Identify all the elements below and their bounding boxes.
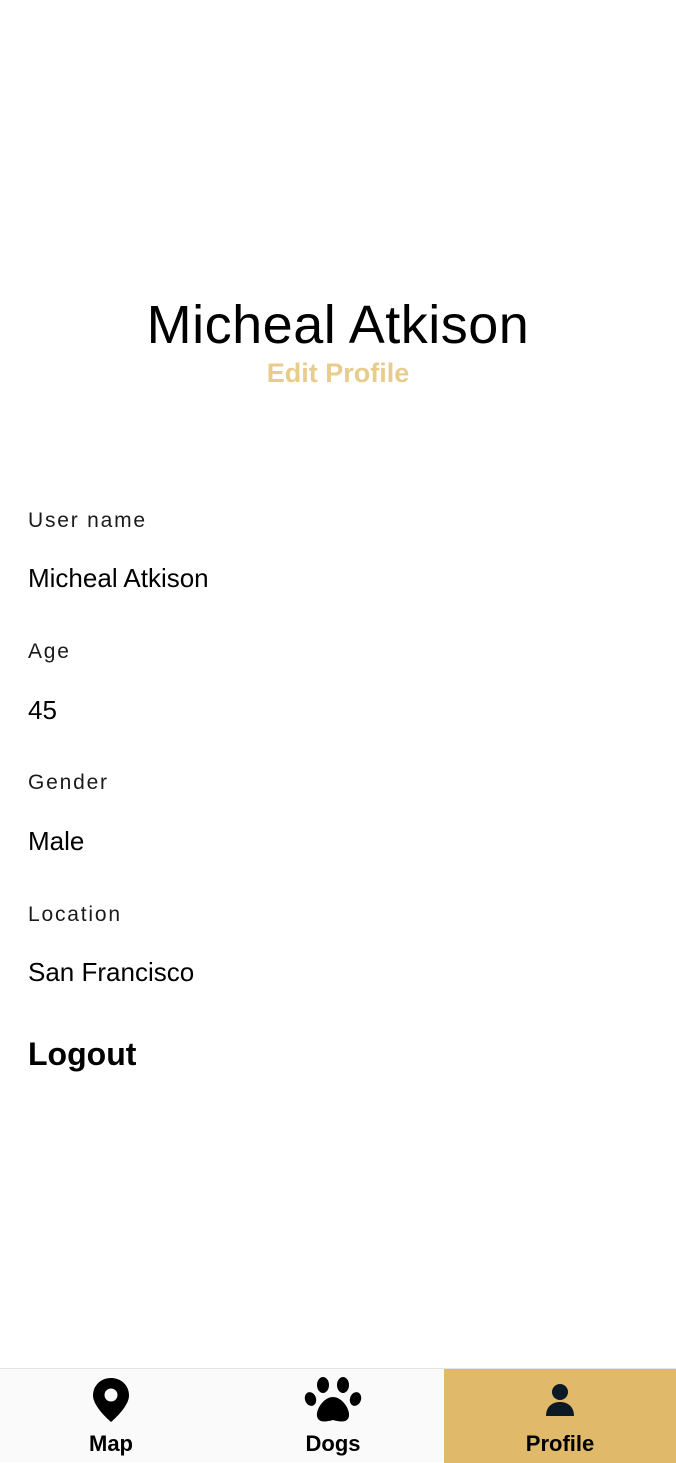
field-value-location: San Francisco — [28, 957, 195, 987]
tab-profile-label: Profile — [525, 1431, 595, 1456]
field-label-age: Age — [28, 640, 71, 663]
edit-profile-link[interactable]: Edit Profile — [0, 356, 676, 390]
map-pin-icon — [0, 1375, 222, 1425]
field-label-location: Location — [28, 903, 122, 926]
logout-button[interactable]: Logout — [28, 1034, 136, 1074]
paw-icon — [222, 1375, 444, 1425]
field-value-username: Micheal Atkison — [28, 563, 209, 593]
person-icon — [444, 1375, 676, 1425]
tab-map[interactable]: Map — [0, 1369, 222, 1463]
tab-dogs[interactable]: Dogs — [222, 1369, 444, 1463]
tab-map-label: Map — [89, 1431, 133, 1456]
field-value-age: 45 — [28, 695, 57, 725]
field-label-gender: Gender — [28, 771, 109, 794]
tab-dogs-label: Dogs — [305, 1431, 361, 1456]
tab-bar: Map Dogs Profile — [0, 1368, 676, 1463]
tab-profile[interactable]: Profile — [444, 1369, 676, 1463]
field-label-username: User name — [28, 509, 147, 532]
field-value-gender: Male — [28, 826, 85, 856]
page-title: Micheal Atkison — [146, 295, 530, 355]
